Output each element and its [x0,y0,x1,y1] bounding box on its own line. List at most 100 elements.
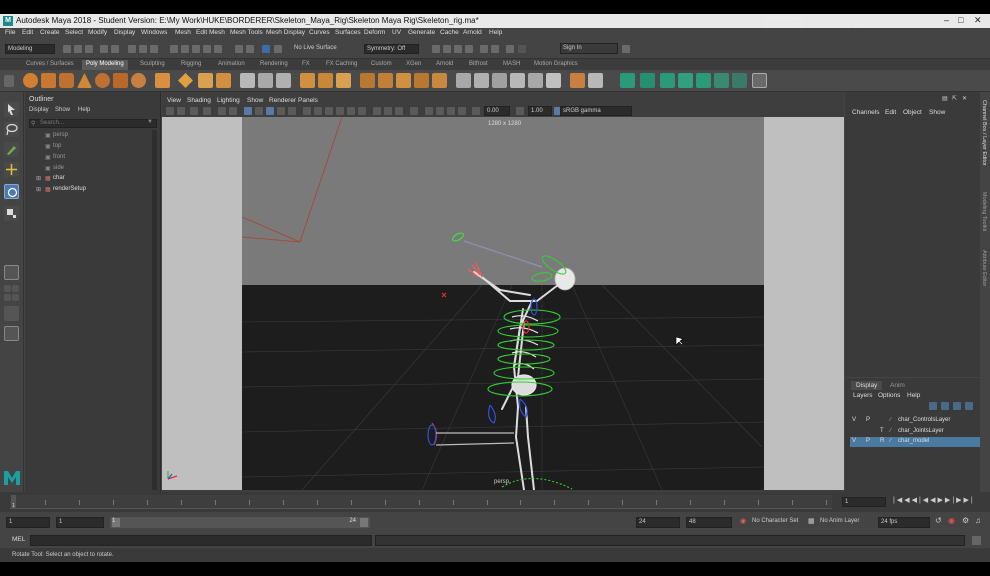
bevel-icon[interactable] [396,73,411,88]
loop-icon[interactable]: ↺ [935,516,942,525]
animation-start-field[interactable]: 1 [6,517,50,528]
rig-tool-5-icon[interactable] [696,73,711,88]
gate-mask-icon[interactable] [277,107,285,115]
shelf-tab-arnold[interactable]: Arnold [432,60,457,70]
fps-dropdown[interactable]: 24 fps [878,517,930,528]
poly-sphere-icon[interactable] [23,73,38,88]
layer-row[interactable]: V P ∕ char_ControlsLayer [850,416,980,426]
layer-tab-anim[interactable]: Anim [885,381,910,390]
shelf-tab-fx-caching[interactable]: FX Caching [322,60,361,70]
scale-tool-icon[interactable] [4,206,19,221]
layer-color-swatch[interactable]: ∕ [890,438,891,444]
input-ops-icon[interactable] [246,45,254,53]
resolution-gate-icon[interactable] [266,107,274,115]
outliner-menu-show[interactable]: Show [55,107,70,113]
rig-tool-7-icon[interactable] [732,73,747,88]
panel-float-icon[interactable]: ⇱ [952,95,957,102]
shelf-tab-animation[interactable]: Animation [214,60,249,70]
viewport-menu-shading[interactable]: Shading [187,97,211,104]
remesh-icon[interactable] [336,73,351,88]
outliner-item-char[interactable]: char [53,175,65,181]
layer-row[interactable]: T ∕ char_JointsLayer [850,427,980,437]
ambient-occlusion-icon[interactable] [373,107,381,115]
shadows-icon[interactable] [358,107,366,115]
live-surface-label[interactable]: No Live Surface [292,44,352,54]
panel-restore-icon[interactable]: ▤ [942,95,948,102]
playback-end-field[interactable]: 24 [636,517,680,528]
poly-cylinder-icon[interactable] [59,73,74,88]
sound-icon[interactable]: ♫ [975,516,981,525]
poly-plane-icon[interactable] [113,73,128,88]
anti-aliasing-icon[interactable] [395,107,403,115]
grease-pencil-icon[interactable] [229,107,237,115]
outliner-layout-icon[interactable] [4,306,19,321]
new-scene-icon[interactable] [63,45,71,53]
menu-help[interactable]: Help [489,29,502,36]
modeling-toolkit-icon[interactable] [622,45,630,53]
layer-playback-toggle[interactable]: P [866,417,870,423]
color-space-dropdown[interactable]: sRGB gamma [560,106,632,116]
use-all-lights-icon[interactable] [347,107,355,115]
sign-in-button[interactable]: Sign In [560,43,618,54]
layer-color-swatch[interactable]: ∕ [890,417,891,423]
shelf-tab-xgen[interactable]: XGen [402,60,425,70]
outliner-search-input[interactable]: Search... [29,119,157,128]
lasso-tool-icon[interactable] [4,122,19,137]
menu-mesh-display[interactable]: Mesh Display [266,29,305,36]
layout-icon-3[interactable] [4,294,11,301]
channels-menu-channels[interactable]: Channels [852,109,879,116]
viewport-menu-lighting[interactable]: Lighting [217,97,240,104]
four-view-icon[interactable] [4,326,19,341]
viewport-menu-renderer[interactable]: Renderer [269,97,296,104]
close-icon[interactable]: ✕ [974,15,982,26]
camera-attributes-icon[interactable] [177,107,185,115]
isolate-select-icon[interactable] [425,107,433,115]
playback-start-field[interactable]: 1 [56,517,104,528]
svg-tool-icon[interactable] [216,73,231,88]
character-set-dropdown[interactable]: No Character Set [750,517,805,528]
playback-controls[interactable]: |◀◀◀|◀◀▶▶|▶▶| [893,496,975,504]
menu-cache[interactable]: Cache [440,29,459,36]
planar-map-icon[interactable] [570,73,585,88]
range-slider-start-handle[interactable]: 1 [112,518,120,527]
exposure-field[interactable]: 0.00 [484,106,510,116]
arnold-render-icon[interactable] [506,45,514,53]
field-chart-icon[interactable] [288,107,296,115]
menu-surfaces[interactable]: Surfaces [335,29,361,36]
viewport-3d[interactable]: 1280 x 1280 persp [242,117,764,490]
new-layer-icon[interactable] [953,402,961,410]
history-icon[interactable] [235,45,243,53]
gamma-icon[interactable] [516,107,524,115]
poly-cone-icon[interactable] [77,73,92,88]
menu-select[interactable]: Select [65,29,83,36]
xray-components-icon[interactable] [458,107,466,115]
snap-view-icon[interactable] [203,45,211,53]
render-frame-icon[interactable] [432,45,440,53]
quad-draw-icon[interactable] [510,73,525,88]
select-component-icon[interactable] [150,45,158,53]
separate-icon[interactable] [258,73,273,88]
search-options-icon[interactable]: ▼ [147,119,153,125]
shelf-options-icon[interactable] [4,75,14,87]
channels-menu-show[interactable]: Show [929,109,945,116]
time-slider[interactable]: 1 1 |◀◀◀|◀◀▶▶|▶▶| [0,492,990,512]
anim-layer-dropdown[interactable]: No Anim Layer [818,517,873,528]
layer-color-swatch[interactable]: ∕ [890,428,891,434]
layers-menu-help[interactable]: Help [907,392,920,399]
shelf-tab-rendering[interactable]: Rendering [256,60,292,70]
channels-menu-edit[interactable]: Edit [885,109,896,116]
render-settings-icon[interactable] [454,45,462,53]
connect-icon[interactable] [492,73,507,88]
layout-icon-2[interactable] [12,285,19,292]
outliner-item-rendersetup[interactable]: renderSetup [53,186,86,192]
type-tool-icon[interactable] [198,73,213,88]
undo-icon[interactable] [100,45,108,53]
super-shape-icon[interactable] [178,73,193,88]
layout-icon-1[interactable] [4,285,11,292]
new-layer-selected-icon[interactable] [965,402,973,410]
smooth-shade-icon[interactable] [314,107,322,115]
shelf-tab-bitfrost[interactable]: Bitfrost [465,60,492,70]
viewport-menu-show[interactable]: Show [247,97,263,104]
fill-hole-icon[interactable] [432,73,447,88]
multi-cut-icon[interactable] [456,73,471,88]
